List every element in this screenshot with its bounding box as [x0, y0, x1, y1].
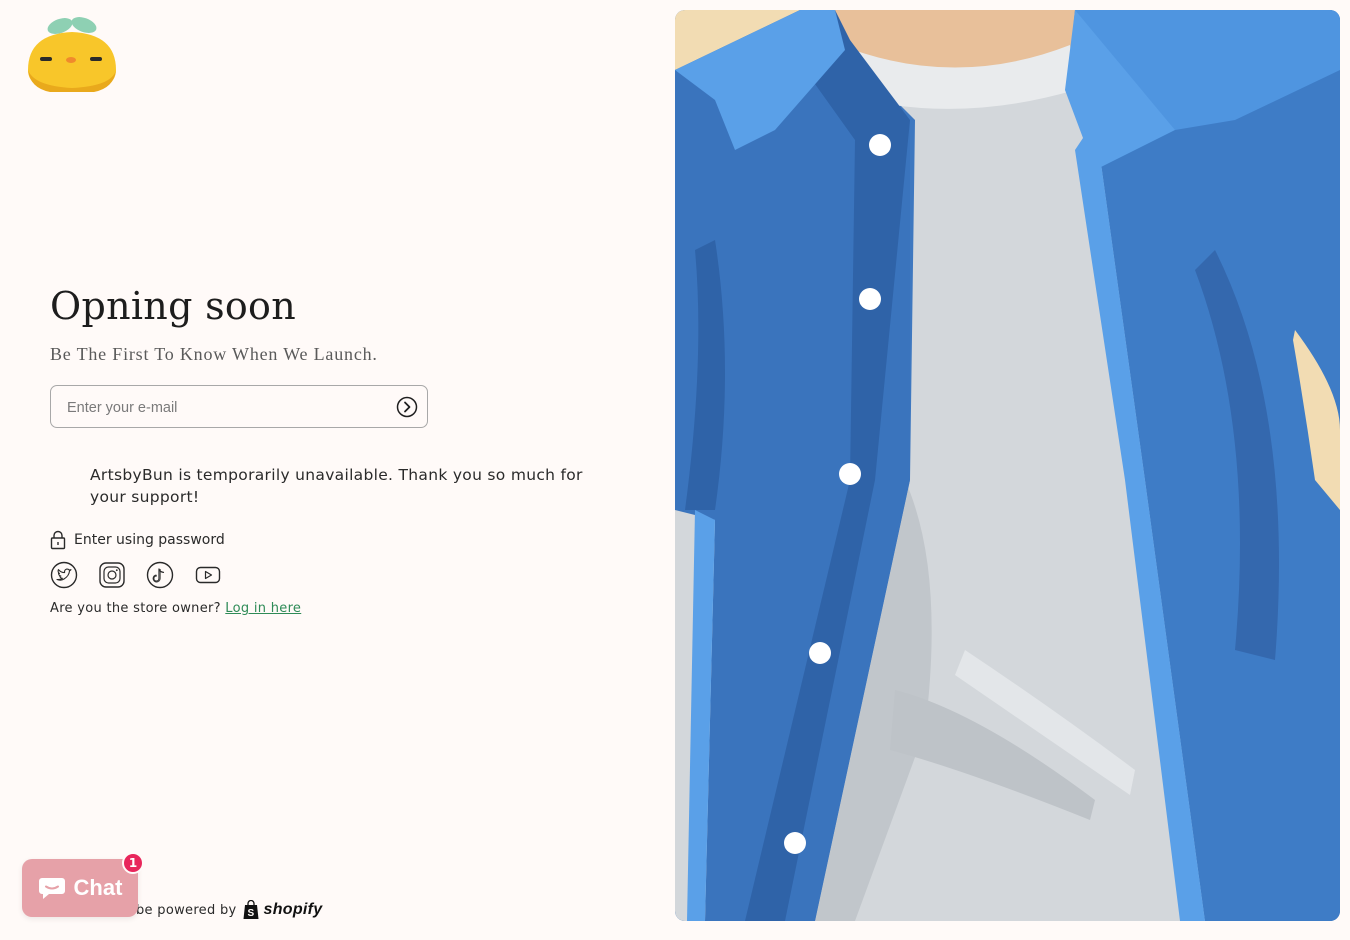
- shopify-bag-icon: S: [243, 900, 259, 919]
- youtube-icon: [195, 566, 221, 584]
- orange-bun-mascot-icon: [28, 17, 116, 92]
- subscribe-button[interactable]: [395, 395, 419, 419]
- powered-by: be powered by S shopify: [136, 900, 323, 920]
- twitter-icon: [50, 561, 78, 589]
- enter-password-label: Enter using password: [74, 532, 225, 548]
- chat-label: Chat: [73, 875, 123, 900]
- hero-illustration: [675, 10, 1340, 921]
- twitter-link[interactable]: [50, 561, 78, 589]
- powered-by-text: be powered by: [136, 902, 237, 918]
- chat-button[interactable]: Chat: [22, 859, 138, 917]
- denim-jacket-illustration: [675, 10, 1340, 921]
- svg-text:S: S: [247, 908, 254, 919]
- store-logo[interactable]: [20, 12, 124, 102]
- instagram-icon: [99, 562, 125, 588]
- instagram-link[interactable]: [98, 561, 126, 589]
- store-owner-prompt: Are you the store owner? Log in here: [50, 601, 301, 616]
- lock-icon: [50, 530, 66, 550]
- social-links: [50, 561, 222, 589]
- newsletter-form: [50, 385, 428, 429]
- enter-password-link[interactable]: Enter using password: [50, 530, 225, 550]
- chat-bubble-icon: [38, 878, 65, 899]
- page-title: Opning soon: [50, 284, 297, 328]
- store-unavailable-notice: ArtsbyBun is temporarily unavailable. Th…: [90, 466, 583, 506]
- arrow-right-circle-icon: [396, 396, 418, 418]
- email-input[interactable]: [65, 386, 379, 429]
- store-owner-question: Are you the store owner?: [50, 601, 221, 616]
- tiktok-icon: [146, 561, 174, 589]
- page-subtitle: Be The First To Know When We Launch.: [50, 344, 378, 364]
- tiktok-link[interactable]: [146, 561, 174, 589]
- chat-unread-badge: 1: [122, 852, 144, 874]
- shopify-brand[interactable]: shopify: [264, 901, 323, 919]
- youtube-link[interactable]: [194, 561, 222, 589]
- owner-login-link[interactable]: Log in here: [225, 601, 301, 616]
